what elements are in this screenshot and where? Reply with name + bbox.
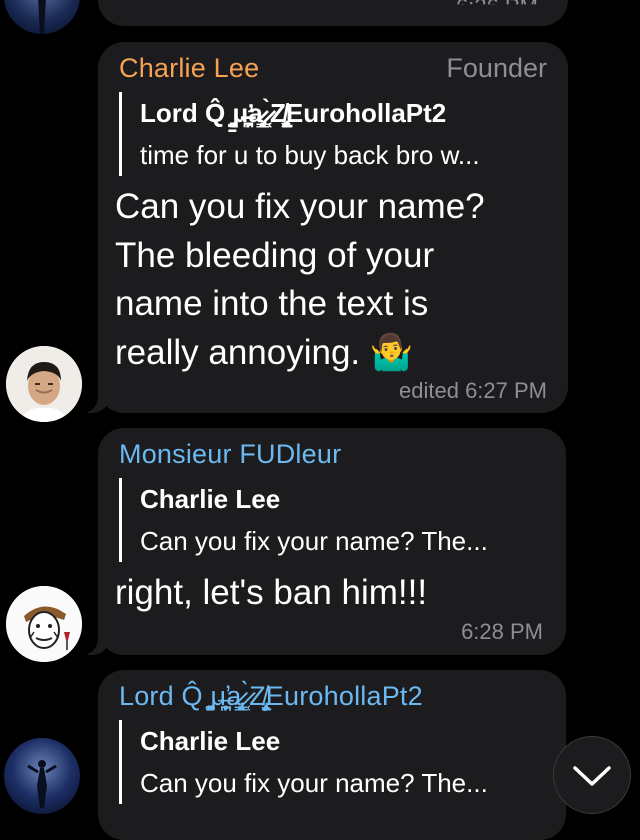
message-time: 6:28 PM (461, 619, 543, 644)
bubble-tail (76, 633, 110, 655)
bubble-tail (76, 391, 110, 413)
message-line: The bleeding of your (115, 235, 435, 275)
reply-quote-sender: Charlie Lee (140, 484, 281, 514)
message-text: right, let's ban him!!! (115, 569, 427, 618)
message-line: really annoying. 🤷‍♂️ (115, 332, 414, 372)
message-bubble-previous[interactable]: 6:26 PM (98, 0, 568, 26)
message-text: Can you fix your name? The bleeding of y… (115, 183, 485, 377)
message-line: right, let's ban him!!! (115, 573, 428, 612)
message-bubble-monsieur[interactable]: Monsieur FUDleur Charlie Lee Can you fix… (76, 428, 566, 655)
message-time: edited 6:27 PM (399, 378, 547, 403)
person-silhouette-icon (27, 760, 57, 808)
reply-quote[interactable]: Charlie Lee Can you fix your name? The..… (119, 720, 488, 804)
reply-quote-sender: Lord Q̂ ̫͔̤̜͓̥̱̳ͅμ̶̛̪̹̙͎a̷̡̡͇͍͕̗ ̷̜̀Z̸̧̢… (140, 98, 447, 128)
sender-name[interactable]: Charlie Lee (119, 53, 259, 84)
person-photo-icon (6, 346, 82, 422)
message-time: 6:26 PM (456, 0, 538, 19)
avatar-previous[interactable] (4, 0, 80, 34)
meme-face-icon (6, 586, 82, 662)
chevron-down-icon (573, 766, 611, 786)
sender-role-badge: Founder (446, 53, 547, 83)
avatar-monsieur-fudleur[interactable] (6, 586, 82, 662)
message-line: name into the text is (115, 284, 429, 323)
message-line: Can you fix your name? (115, 187, 485, 226)
message-bubble-lord[interactable]: Lord Q̂ ̫͔̤̜͓̥̱̳ͅμ̶̛̪̹̙͎a̷̡̡͇͍͕̗ ̷̜̀Z̸̧̢… (98, 670, 566, 840)
reply-quote-text: time for u to buy back bro w... (140, 140, 480, 170)
avatar-lord[interactable] (4, 738, 80, 814)
sender-name[interactable]: Lord Q̂ ̫͔̤̜͓̥̱̳ͅμ̶̛̪̹̙͎a̷̡̡͇͍͕̗ ̷̜̀Z̸̧̢… (119, 681, 423, 712)
reply-quote-text: Can you fix your name? The... (140, 768, 488, 798)
avatar-charlie-lee[interactable] (6, 346, 82, 422)
sender-name[interactable]: Monsieur FUDleur (119, 439, 341, 470)
reply-quote-sender: Charlie Lee (140, 726, 281, 756)
reply-quote-text: Can you fix your name? The... (140, 526, 488, 556)
person-silhouette-icon (38, 0, 46, 34)
reply-quote[interactable]: Lord Q̂ ̫͔̤̜͓̥̱̳ͅμ̶̛̪̹̙͎a̷̡̡͇͍͕̗ ̷̜̀Z̸̧̢… (119, 92, 480, 176)
reply-quote[interactable]: Charlie Lee Can you fix your name? The..… (119, 478, 488, 562)
scroll-to-bottom-button[interactable] (553, 736, 631, 814)
message-bubble-charlie[interactable]: Charlie Lee Founder Lord Q̂ ̫͔̤̜͓̥̱̳ͅμ̶̛… (76, 42, 568, 413)
